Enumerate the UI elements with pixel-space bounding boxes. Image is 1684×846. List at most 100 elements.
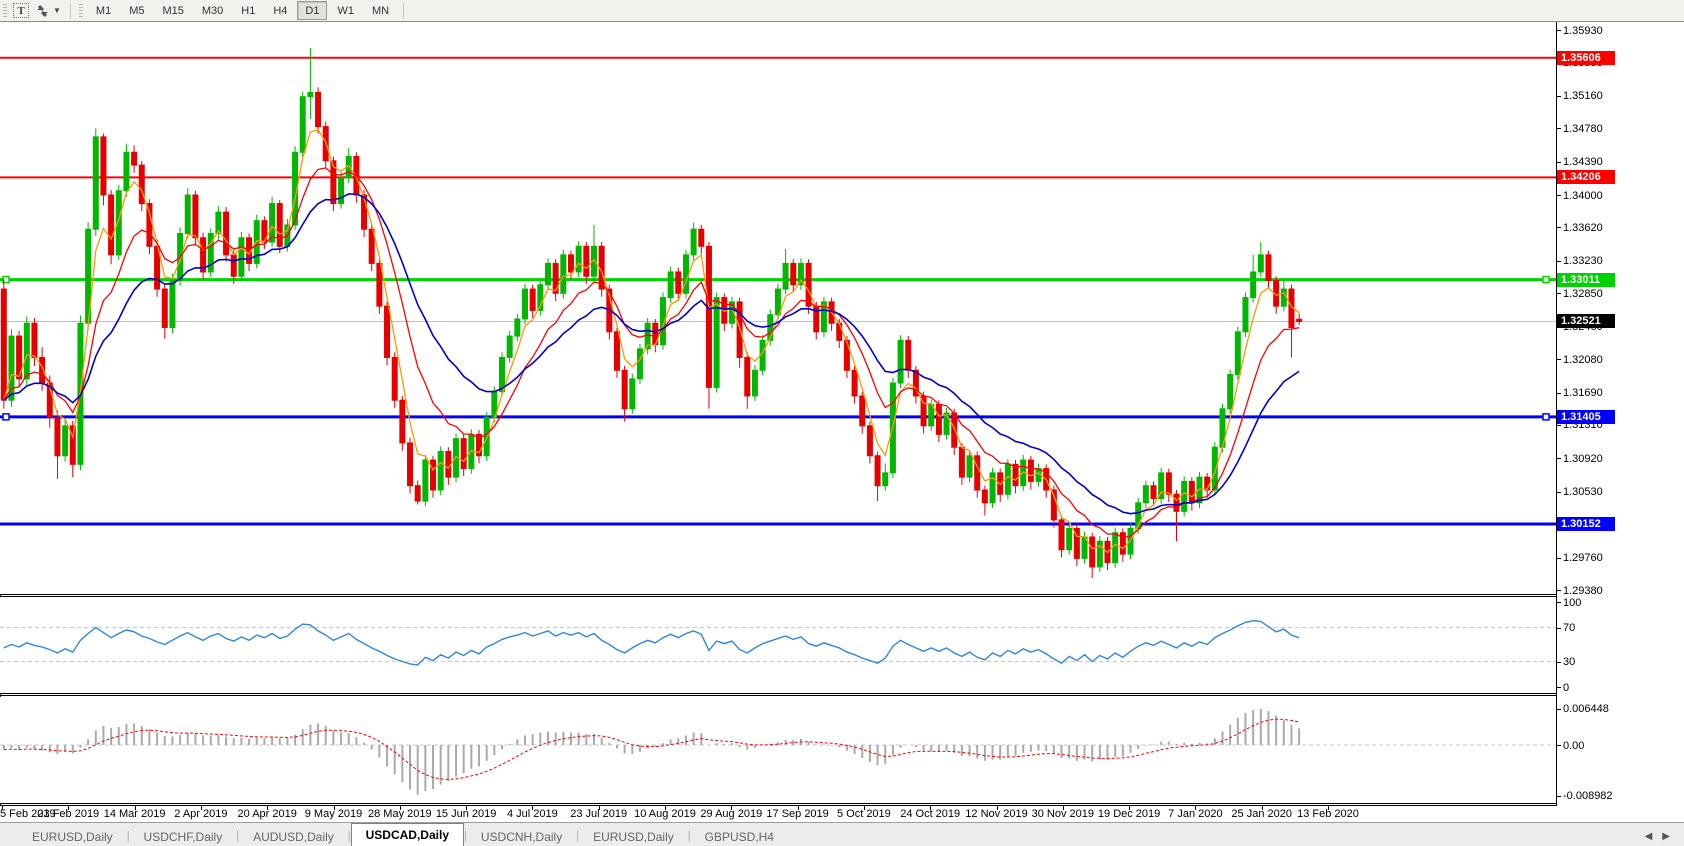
candle — [423, 460, 428, 501]
candle — [676, 272, 681, 293]
level-handle[interactable] — [1543, 277, 1549, 283]
candle — [139, 165, 144, 203]
main-chart-canvas[interactable] — [0, 22, 1556, 595]
price-axis-label: 1.32080 — [1563, 354, 1603, 366]
tab-usdcnh-daily[interactable]: USDCNH,Daily — [467, 827, 576, 846]
candle — [1067, 528, 1072, 549]
tab-audusd-daily[interactable]: AUDUSD,Daily — [239, 827, 348, 846]
tab-usdchf-daily[interactable]: USDCHF,Daily — [130, 827, 237, 846]
axis-tick — [1556, 662, 1561, 663]
candle — [844, 340, 849, 370]
tab-gbpusd-h4[interactable]: GBPUSD,H4 — [691, 827, 788, 846]
price-axis-label: 1.30920 — [1563, 453, 1603, 465]
tab-eurusd-daily[interactable]: EURUSD,Daily — [579, 827, 688, 846]
candle — [109, 195, 114, 255]
panel-separator — [0, 805, 1556, 806]
axis-tick — [1556, 590, 1561, 591]
timeframe-button-D1[interactable]: D1 — [297, 1, 327, 20]
axis-tick — [1556, 128, 1561, 129]
candle — [101, 137, 106, 195]
axis-tick — [1556, 558, 1561, 559]
axis-tick — [1556, 687, 1561, 688]
date-axis-label: 17 Sep 2019 — [766, 808, 828, 820]
timeframe-button-H4[interactable]: H4 — [265, 1, 295, 20]
rsi-canvas[interactable] — [0, 597, 1556, 693]
candle — [1281, 289, 1286, 306]
date-axis-label: 30 Nov 2019 — [1032, 808, 1094, 820]
candle — [975, 456, 980, 490]
timeframe-button-H1[interactable]: H1 — [233, 1, 263, 20]
candle — [1143, 486, 1148, 503]
tab-scroll-right-icon[interactable]: ▶ — [1662, 831, 1670, 842]
timeframe-button-M15[interactable]: M15 — [154, 1, 191, 20]
timeframe-group: M1M5M15M30H1H4D1W1MN — [87, 1, 398, 20]
candle — [1189, 481, 1194, 502]
candle — [446, 451, 451, 477]
text-tool-icon[interactable]: T — [13, 3, 29, 18]
price-axis-label: 1.34000 — [1563, 190, 1603, 202]
candle — [1, 289, 6, 400]
candle — [959, 447, 964, 477]
candle — [461, 439, 466, 469]
candle — [1090, 537, 1095, 567]
axis-tick — [1556, 293, 1561, 294]
candle — [400, 400, 405, 443]
date-axis-label: 7 Jan 2020 — [1168, 808, 1222, 820]
price-badge-1.34206: 1.34206 — [1557, 170, 1615, 184]
candle — [906, 340, 911, 370]
candle — [93, 137, 98, 229]
level-handle[interactable] — [3, 414, 9, 420]
timeframe-button-M5[interactable]: M5 — [121, 1, 152, 20]
price-axis-label: 1.29380 — [1563, 585, 1603, 597]
tab-scroll-left-icon[interactable]: ◀ — [1645, 831, 1653, 842]
timeframe-button-M30[interactable]: M30 — [194, 1, 231, 20]
price-badge-1.31405: 1.31405 — [1557, 410, 1615, 424]
axis-tick — [1556, 261, 1561, 262]
macd-canvas[interactable] — [0, 697, 1556, 803]
candle — [162, 289, 167, 327]
price-badge-1.35606: 1.35606 — [1557, 51, 1615, 65]
timeframe-button-W1[interactable]: W1 — [329, 1, 362, 20]
level-handle[interactable] — [1543, 414, 1549, 420]
panel-separator — [0, 693, 1556, 694]
axis-tick — [1556, 796, 1561, 797]
candle — [515, 319, 520, 336]
tab-usdcad-daily[interactable]: USDCAD,Daily — [351, 823, 464, 846]
candle — [124, 152, 129, 190]
timeframe-button-MN[interactable]: MN — [364, 1, 397, 20]
axis-tick — [1556, 30, 1561, 31]
axis-tick — [1556, 745, 1561, 746]
candle — [385, 306, 390, 357]
candle — [867, 426, 872, 456]
candle — [553, 263, 558, 293]
candle — [691, 229, 696, 255]
tab-eurusd-daily[interactable]: EURUSD,Daily — [18, 827, 127, 846]
ma-line-4 — [4, 130, 1299, 553]
price-axis-label: 30 — [1563, 656, 1575, 668]
price-badge-1.30152: 1.30152 — [1557, 517, 1615, 531]
timeframe-button-M1[interactable]: M1 — [88, 1, 119, 20]
arrange-arrows-icon[interactable]: ▼ — [32, 2, 64, 19]
macd-signal-line — [4, 719, 1299, 779]
candle — [1120, 533, 1125, 554]
candle — [568, 255, 573, 272]
candle — [147, 204, 152, 247]
date-axis-label: 20 Apr 2019 — [238, 808, 297, 820]
candle — [1182, 481, 1187, 511]
price-axis-label: 1.29760 — [1563, 552, 1603, 564]
price-axis-label: 1.35160 — [1563, 90, 1603, 102]
axis-tick — [1556, 602, 1561, 603]
candle — [944, 413, 949, 434]
axis-tick — [1556, 162, 1561, 163]
price-axis-label: -0.008982 — [1563, 790, 1613, 802]
candle — [714, 298, 719, 388]
price-axis-label: 1.32850 — [1563, 288, 1603, 300]
axis-tick — [1556, 709, 1561, 710]
price-axis-label: 100 — [1563, 597, 1581, 609]
axis-tick — [1556, 359, 1561, 360]
price-axis-label: 1.33230 — [1563, 255, 1603, 267]
candle — [1251, 272, 1256, 298]
toolbar-grip — [3, 4, 7, 18]
candle — [530, 289, 535, 310]
candle — [484, 417, 489, 455]
